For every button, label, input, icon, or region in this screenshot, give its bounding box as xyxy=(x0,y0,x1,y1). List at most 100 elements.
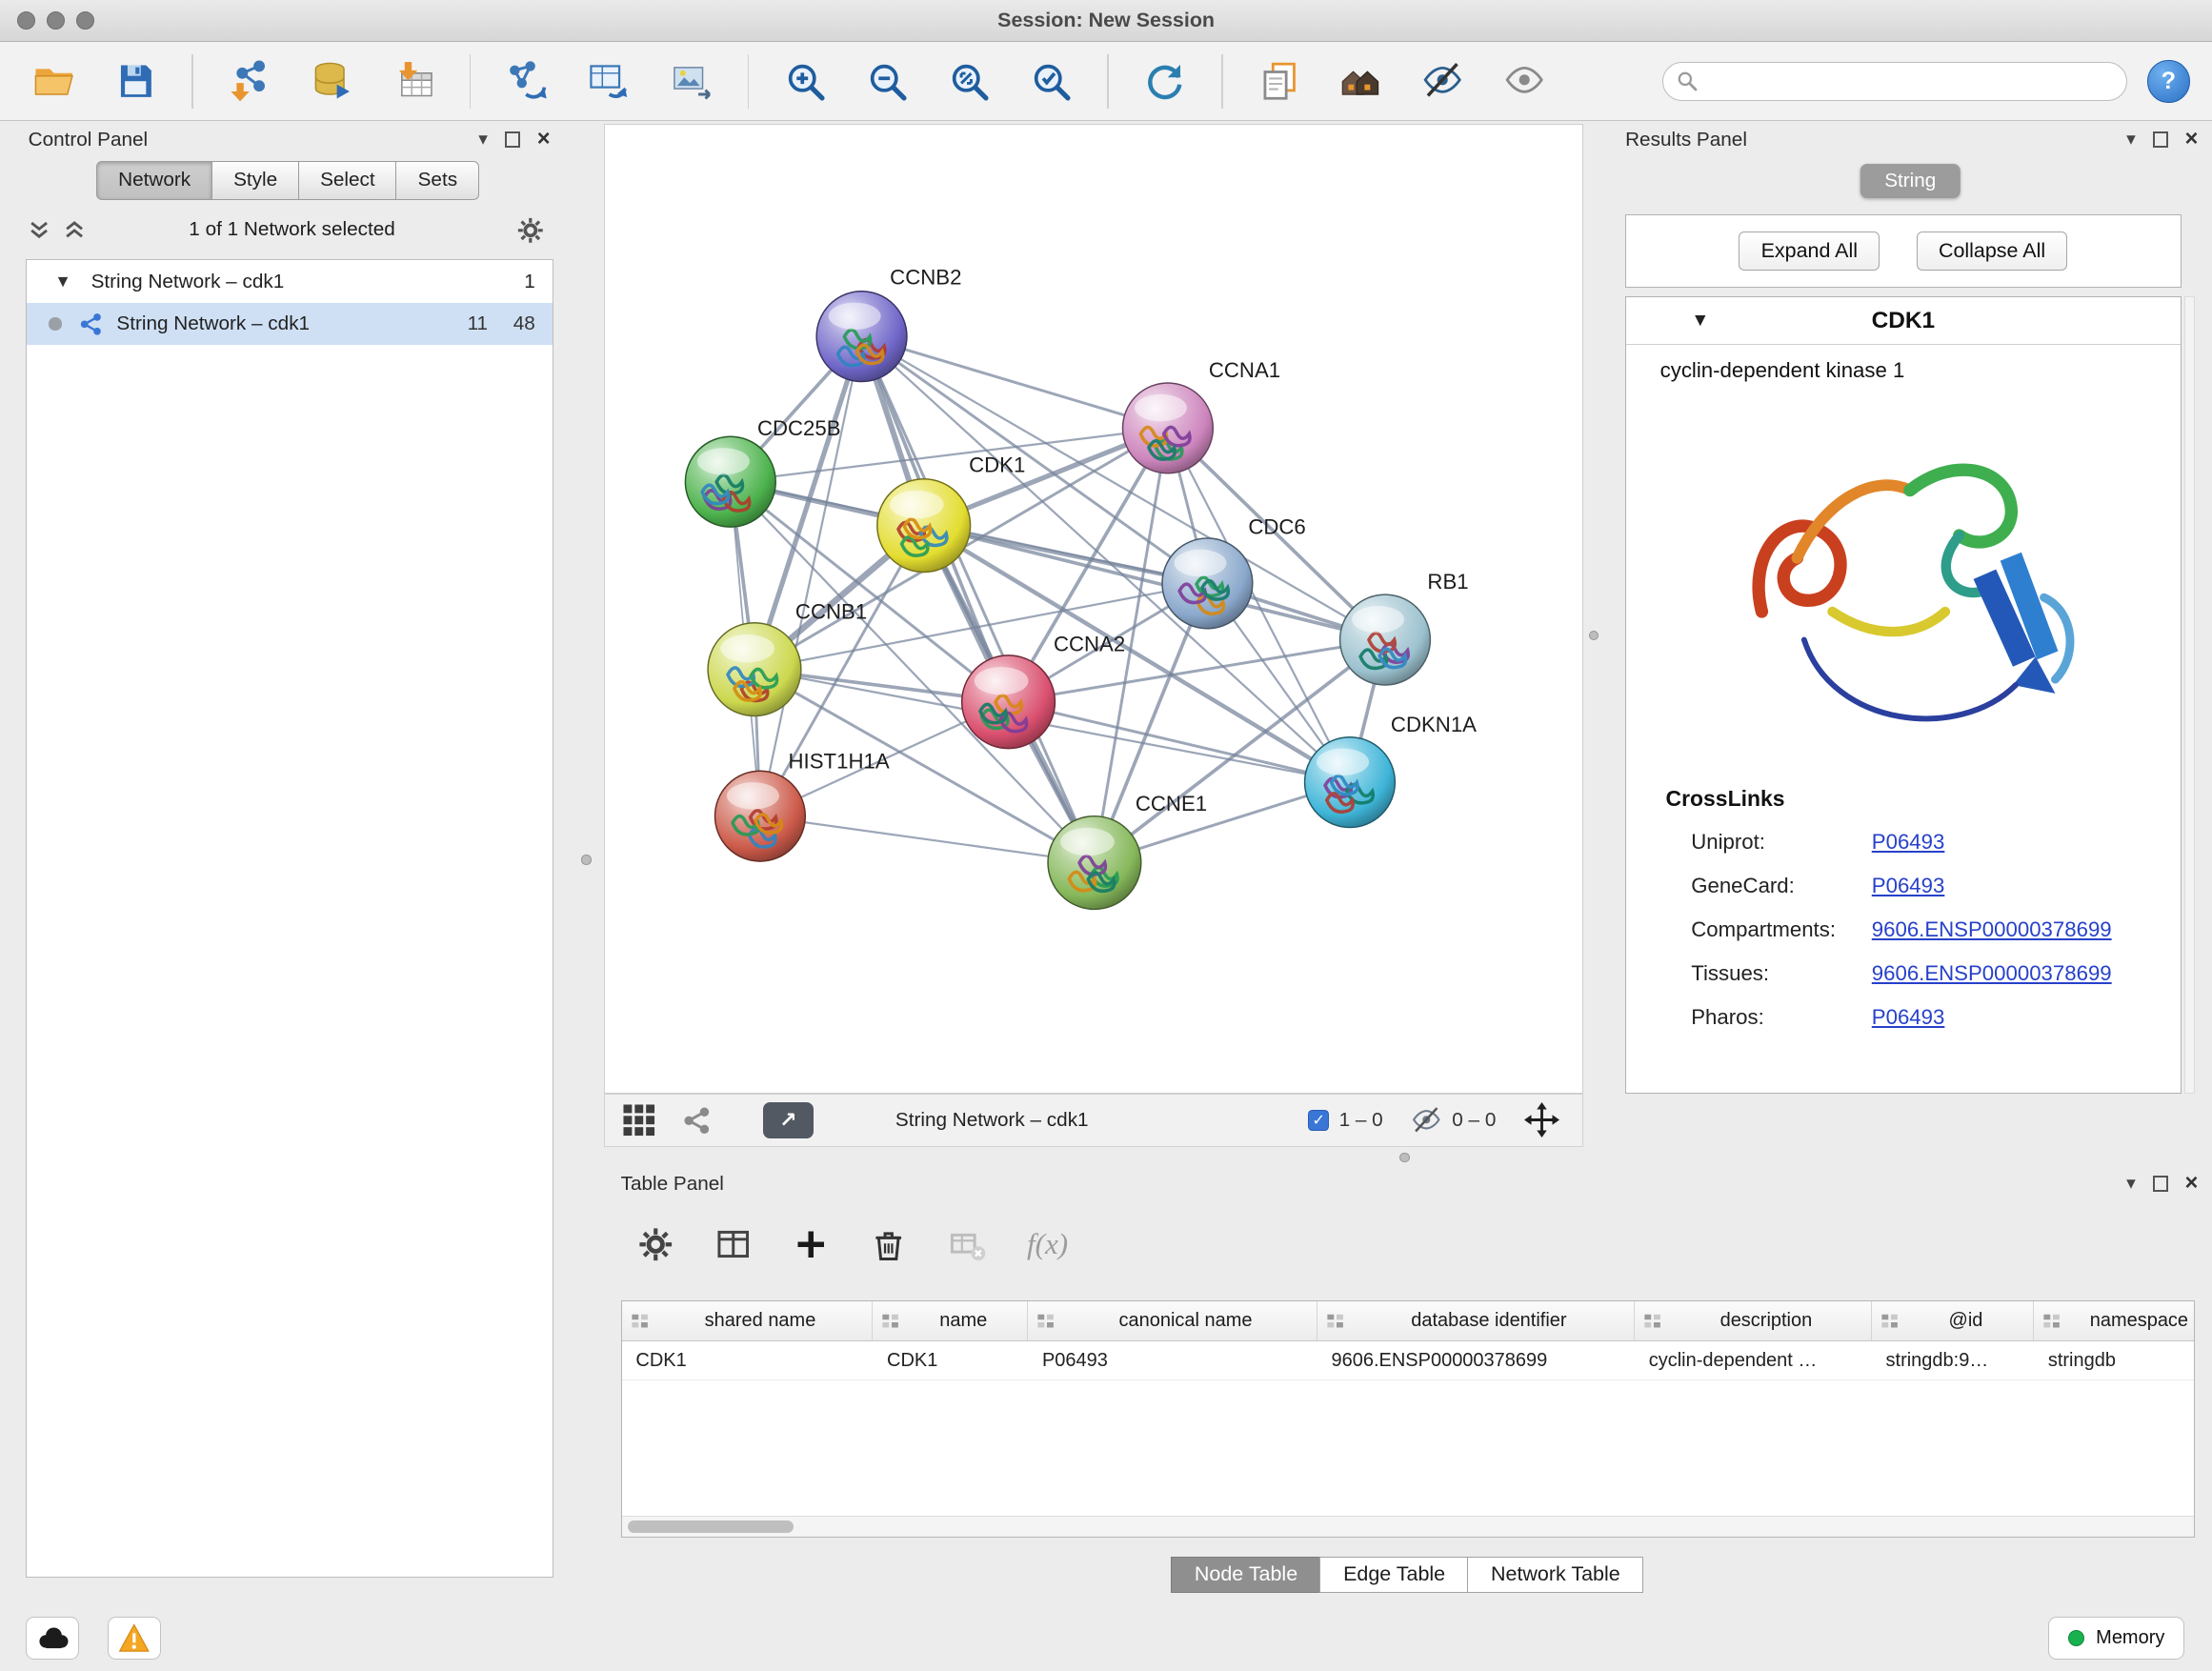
horizontal-scrollbar[interactable] xyxy=(622,1516,2195,1537)
network-node-hist1h1a[interactable] xyxy=(714,772,805,862)
network-collection-row[interactable]: ▼ String Network – cdk1 1 xyxy=(27,260,553,302)
cloud-status-button[interactable] xyxy=(26,1617,79,1659)
import-network-database-button[interactable] xyxy=(300,50,362,112)
column-header[interactable]: description xyxy=(1635,1301,1872,1339)
table-cell[interactable]: CDK1 xyxy=(873,1341,1028,1379)
results-scrollbar[interactable] xyxy=(2184,296,2196,1094)
table-settings-gear-icon[interactable] xyxy=(637,1226,674,1263)
crosslink-link[interactable]: P06493 xyxy=(1872,830,2181,855)
warning-status-button[interactable] xyxy=(108,1617,161,1659)
share-network-icon[interactable] xyxy=(681,1105,713,1137)
table-row[interactable]: CDK1 CDK1 P06493 9606.ENSP00000378699 cy… xyxy=(622,1341,2195,1380)
export-table-button[interactable] xyxy=(578,50,640,112)
crosslink-link[interactable]: P06493 xyxy=(1872,1005,2181,1030)
collapse-section-icon[interactable]: ▼ xyxy=(1691,311,1709,332)
tab-sets[interactable]: Sets xyxy=(395,161,479,200)
zoom-fit-button[interactable] xyxy=(938,50,1000,112)
expand-all-icon[interactable] xyxy=(64,219,85,240)
network-node-cdc6[interactable] xyxy=(1162,538,1253,629)
save-session-button[interactable] xyxy=(105,50,167,112)
table-cell[interactable]: CDK1 xyxy=(622,1341,874,1379)
tree-expand-icon[interactable]: ▼ xyxy=(54,272,71,292)
network-node-ccna1[interactable] xyxy=(1122,383,1213,473)
grid-view-icon[interactable] xyxy=(622,1103,656,1137)
network-graph[interactable]: CCNB2CCNA1CDC25BCDK1CDC6RB1CCNB1CCNA2CDK… xyxy=(605,125,1584,1094)
column-header[interactable]: shared name xyxy=(622,1301,874,1339)
selection-checkbox[interactable]: ✓ xyxy=(1308,1110,1329,1131)
help-button[interactable]: ? xyxy=(2147,60,2189,102)
gear-icon[interactable] xyxy=(516,216,545,245)
add-column-plus-icon[interactable] xyxy=(793,1226,830,1263)
export-image-button[interactable] xyxy=(660,50,722,112)
memory-status-button[interactable]: Memory xyxy=(2048,1617,2183,1659)
zoom-in-button[interactable] xyxy=(774,50,836,112)
search-input[interactable] xyxy=(1699,70,2113,91)
network-node-ccnb1[interactable] xyxy=(708,623,801,716)
network-node-cdc25b[interactable] xyxy=(685,437,775,528)
close-panel-icon[interactable]: × xyxy=(2185,1173,2199,1196)
network-overview-button[interactable] xyxy=(1330,50,1392,112)
show-all-button[interactable] xyxy=(1494,50,1556,112)
network-node-rb1[interactable] xyxy=(1339,594,1430,685)
open-view-button[interactable]: ↗ xyxy=(763,1102,814,1139)
search-field[interactable] xyxy=(1662,62,2128,101)
panel-menu-icon[interactable]: ▾ xyxy=(478,131,488,149)
panel-menu-icon[interactable]: ▾ xyxy=(2126,131,2136,149)
delete-column-trash-icon[interactable] xyxy=(869,1225,908,1264)
node-table[interactable]: shared name name canonical name database… xyxy=(621,1300,2196,1538)
network-node-ccnb2[interactable] xyxy=(816,292,907,382)
collapse-all-icon[interactable] xyxy=(29,219,50,240)
table-cell[interactable]: P06493 xyxy=(1028,1341,1317,1379)
float-panel-icon[interactable] xyxy=(2153,1176,2168,1191)
zoom-out-button[interactable] xyxy=(856,50,918,112)
tab-style[interactable]: Style xyxy=(211,161,299,200)
float-panel-icon[interactable] xyxy=(2153,131,2168,147)
open-session-button[interactable] xyxy=(23,50,85,112)
network-node-cdk1[interactable] xyxy=(877,479,971,573)
import-network-file-button[interactable] xyxy=(218,50,280,112)
column-header[interactable]: canonical name xyxy=(1028,1301,1317,1339)
clipboard-button[interactable] xyxy=(1248,50,1310,112)
tab-select[interactable]: Select xyxy=(298,161,397,200)
column-header[interactable]: @id xyxy=(1872,1301,2034,1339)
gene-card-header[interactable]: ▼ CDK1 xyxy=(1626,297,2181,345)
refresh-view-button[interactable] xyxy=(1134,50,1196,112)
vertical-splitter-handle[interactable] xyxy=(581,855,591,864)
crosslink-link[interactable]: 9606.ENSP00000378699 xyxy=(1872,961,2181,986)
crosslink-link[interactable]: 9606.ENSP00000378699 xyxy=(1872,917,2181,942)
panel-menu-icon[interactable]: ▾ xyxy=(2126,1175,2136,1193)
vertical-splitter-handle[interactable] xyxy=(1589,631,1599,640)
network-row-selected[interactable]: String Network – cdk1 11 48 xyxy=(27,303,553,345)
close-panel-icon[interactable]: × xyxy=(537,129,551,151)
table-tabs: Node Table Edge Table Network Table xyxy=(604,1557,2212,1594)
table-cell[interactable]: 9606.ENSP00000378699 xyxy=(1317,1341,1635,1379)
crosslink-link[interactable]: P06493 xyxy=(1872,874,2181,898)
horizontal-splitter-handle[interactable] xyxy=(1399,1153,1409,1162)
table-cell[interactable]: cyclin-dependent … xyxy=(1635,1341,1872,1379)
tab-network[interactable]: Network xyxy=(96,161,212,200)
column-header[interactable]: name xyxy=(873,1301,1028,1339)
collapse-all-button[interactable]: Collapse All xyxy=(1917,232,2068,272)
table-cell[interactable]: stringdb:9… xyxy=(1872,1341,2034,1379)
string-tab[interactable]: String xyxy=(1860,164,1960,198)
network-node-cdkn1a[interactable] xyxy=(1304,737,1395,828)
new-network-from-selection-button[interactable] xyxy=(496,50,558,112)
table-cell[interactable]: stringdb xyxy=(2034,1341,2195,1379)
network-canvas[interactable]: CCNB2CCNA1CDC25BCDK1CDC6RB1CCNB1CCNA2CDK… xyxy=(604,124,1583,1093)
pan-crosshair-icon[interactable] xyxy=(1524,1102,1559,1137)
network-node-ccne1[interactable] xyxy=(1048,816,1141,910)
tab-edge-table[interactable]: Edge Table xyxy=(1319,1557,1468,1594)
expand-all-button[interactable]: Expand All xyxy=(1739,232,1880,272)
close-panel-icon[interactable]: × xyxy=(2185,129,2199,151)
hide-selected-button[interactable] xyxy=(1412,50,1474,112)
column-header[interactable]: database identifier xyxy=(1317,1301,1635,1339)
tab-node-table[interactable]: Node Table xyxy=(1171,1557,1321,1594)
network-node-ccna2[interactable] xyxy=(962,655,1056,749)
show-columns-icon[interactable] xyxy=(714,1225,753,1264)
import-table-button[interactable] xyxy=(382,50,444,112)
float-panel-icon[interactable] xyxy=(505,131,520,147)
column-header[interactable]: namespace xyxy=(2034,1301,2195,1339)
tab-network-table[interactable]: Network Table xyxy=(1467,1557,1643,1594)
zoom-selected-button[interactable] xyxy=(1019,50,1081,112)
scrollbar-thumb[interactable] xyxy=(628,1520,794,1533)
